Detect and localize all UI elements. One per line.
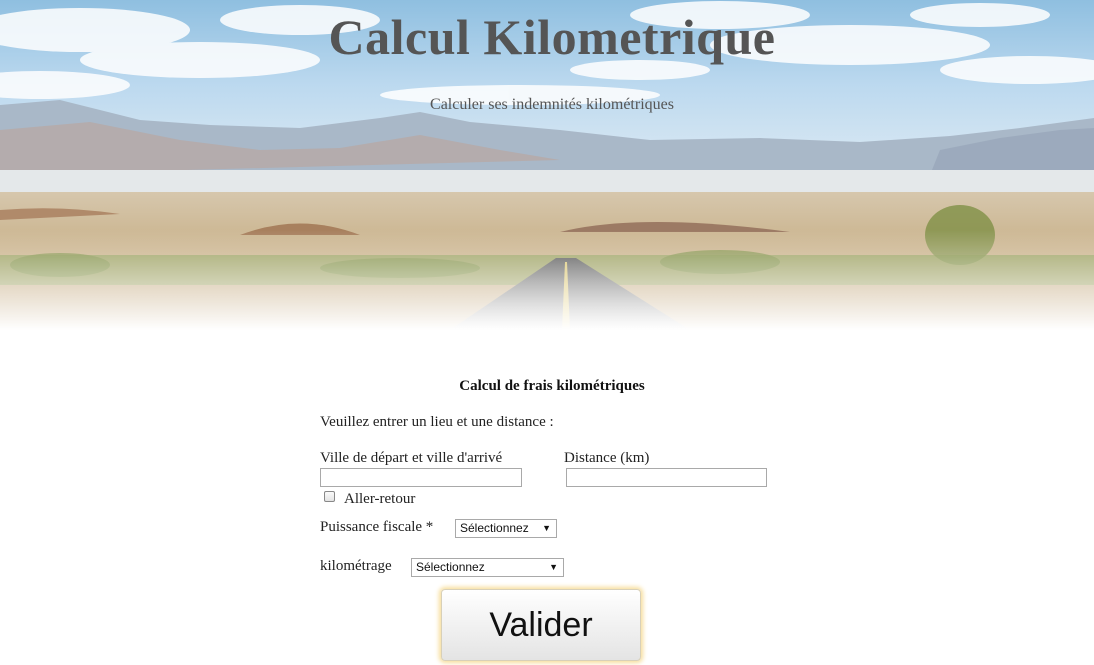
submit-button[interactable]: Valider (441, 589, 641, 661)
form-instructions: Veuillez entrer un lieu et une distance … (320, 414, 554, 430)
form-heading: Calcul de frais kilométriques (459, 378, 645, 394)
mileage-label: kilométrage (320, 558, 392, 574)
page-subtitle: Calculer ses indemnités kilométriques (430, 96, 674, 113)
distance-label: Distance (km) (564, 450, 650, 466)
round-trip-checkbox[interactable] (324, 491, 335, 502)
mileage-selected: Sélectionnez (416, 560, 485, 574)
mileage-select[interactable]: Sélectionnez ▼ (411, 558, 564, 577)
dropdown-arrow-icon: ▼ (542, 523, 551, 533)
cities-label: Ville de départ et ville d'arrivé (320, 450, 503, 466)
fiscal-power-label: Puissance fiscale * (320, 519, 434, 535)
fiscal-power-select[interactable]: Sélectionnez ▼ (455, 519, 557, 538)
cities-input[interactable] (320, 468, 522, 487)
hero-banner: Calcul Kilometrique Calculer ses indemni… (0, 0, 1094, 330)
fiscal-power-selected: Sélectionnez (460, 521, 529, 535)
round-trip-label: Aller-retour (344, 491, 416, 507)
page: Calcul Kilometrique Calculer ses indemni… (0, 0, 1094, 665)
page-title: Calcul Kilometrique (328, 9, 776, 65)
dropdown-arrow-icon: ▼ (549, 562, 558, 572)
distance-input[interactable] (566, 468, 767, 487)
